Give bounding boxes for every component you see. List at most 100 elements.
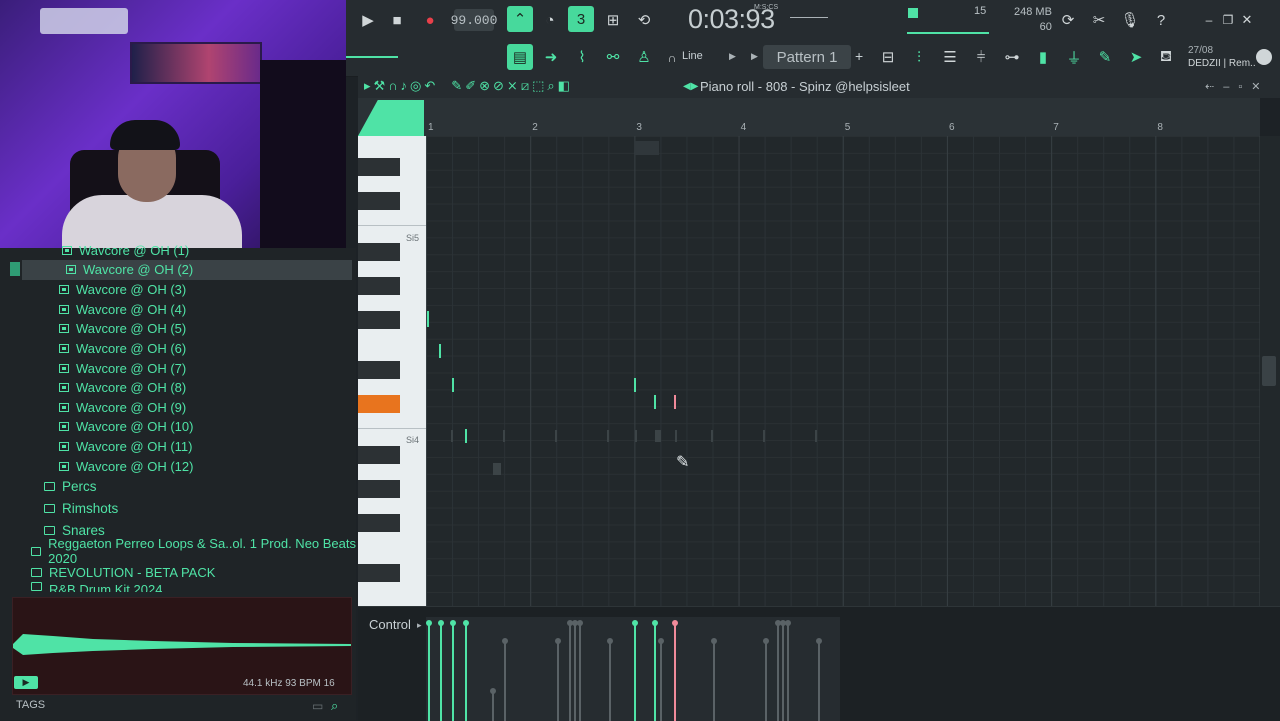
cut-icon[interactable]: ✂: [1086, 7, 1112, 33]
black-key[interactable]: [358, 243, 400, 261]
velocity-bar[interactable]: [555, 638, 561, 721]
velocity-bar[interactable]: [607, 638, 613, 721]
black-key[interactable]: [358, 446, 400, 464]
folder-revolution-pack[interactable]: REVOLUTION - BETA PACK: [31, 561, 215, 583]
black-key[interactable]: [358, 311, 400, 329]
folder-icon[interactable]: ▭: [312, 699, 323, 713]
note[interactable]: [452, 378, 454, 392]
project-icon[interactable]: ▮: [1030, 44, 1056, 70]
preview-play-icon[interactable]: ▶: [14, 676, 38, 689]
play-icon[interactable]: ▶: [355, 7, 381, 33]
close-icon[interactable]: ✕: [1234, 7, 1260, 33]
note[interactable]: [427, 311, 429, 327]
browser-item[interactable]: Wavcore @ OH (7): [0, 358, 352, 378]
browser-item[interactable]: Wavcore @ OH (10): [0, 417, 352, 437]
metronome-icon[interactable]: ⌃: [507, 6, 533, 32]
selected-note[interactable]: [674, 395, 676, 409]
stop-icon[interactable]: ■: [384, 7, 410, 33]
arrow-icon[interactable]: ➜: [538, 44, 564, 70]
control-arrow-icon[interactable]: ▸: [417, 620, 422, 631]
velocity-bar[interactable]: [450, 620, 456, 721]
search-icon[interactable]: ⌕: [331, 698, 338, 714]
playback-icon[interactable]: ◧: [558, 78, 570, 94]
select-icon[interactable]: ⬚: [532, 78, 544, 94]
stamp-icon[interactable]: ◎: [410, 78, 421, 94]
velocity-bar[interactable]: [577, 620, 583, 721]
note-icon[interactable]: ♪: [401, 78, 408, 94]
piano-roll-icon[interactable]: ⫶: [906, 44, 932, 70]
snap-arrow-icon[interactable]: ▶: [729, 51, 736, 62]
note[interactable]: [654, 395, 656, 409]
folder-rnb-kit[interactable]: R&B Drum Kit 2024: [31, 582, 162, 592]
tags-label[interactable]: TAGS: [16, 699, 45, 711]
undo-history-icon[interactable]: ⟳: [1055, 7, 1081, 33]
black-key[interactable]: [358, 480, 400, 498]
velocity-bar[interactable]: [490, 688, 496, 721]
undo-icon[interactable]: ↶: [424, 78, 435, 94]
add-pattern-icon[interactable]: +: [855, 48, 863, 64]
pattern-selector[interactable]: Pattern 1: [763, 45, 851, 69]
countdown-icon[interactable]: 3: [568, 6, 594, 32]
magnet-icon[interactable]: ∩: [388, 78, 397, 94]
velocity-bar[interactable]: [438, 620, 444, 721]
record-icon[interactable]: ●: [417, 7, 443, 33]
browser-item[interactable]: Wavcore @ OH (11): [0, 437, 352, 457]
master-volume-slider[interactable]: [346, 56, 398, 58]
black-key[interactable]: [358, 361, 400, 379]
browser-item[interactable]: Wavcore @ OH (9): [0, 398, 352, 418]
velocity-bar[interactable]: [426, 620, 432, 721]
plugin-icon[interactable]: ⏚: [1061, 44, 1087, 70]
highlighted-key[interactable]: [358, 395, 400, 413]
slice-icon[interactable]: ⧄: [521, 78, 529, 94]
pattern-mode-icon[interactable]: ▤: [507, 44, 533, 70]
browser-item[interactable]: Wavcore @ OH (6): [0, 339, 352, 359]
news-panel[interactable]: 27/08 DEDZII | Rem..: [1188, 44, 1256, 70]
velocity-bar[interactable]: [632, 620, 638, 721]
black-key[interactable]: [358, 514, 400, 532]
zoom-icon[interactable]: ⌕: [547, 78, 554, 94]
velocity-bar[interactable]: [502, 638, 508, 721]
wrench-icon[interactable]: ⚒: [374, 78, 386, 94]
velocity-bar[interactable]: [652, 620, 658, 721]
browser-tree-icon[interactable]: ⊶: [999, 44, 1025, 70]
wait-record-icon[interactable]: ◔: [537, 7, 563, 33]
note[interactable]: [439, 344, 441, 358]
velocity-bar[interactable]: [463, 620, 469, 721]
menu-arrow-icon[interactable]: ▸: [364, 78, 371, 94]
browser-item[interactable]: Wavcore @ OH (1): [62, 241, 352, 261]
brush-icon[interactable]: ⌇: [569, 44, 595, 70]
mute-icon[interactable]: ⨯: [507, 78, 518, 94]
velocity-bar[interactable]: [658, 638, 664, 721]
browser-item[interactable]: Wavcore @ OH (5): [0, 319, 352, 339]
avatar[interactable]: [1256, 49, 1272, 65]
title-arrow-icon[interactable]: ◀▶: [683, 81, 698, 92]
velocity-bar[interactable]: [572, 620, 578, 721]
erase-icon[interactable]: ⊘: [493, 78, 504, 94]
note[interactable]: [465, 429, 467, 443]
velocity-bar[interactable]: [775, 620, 781, 721]
browser-item[interactable]: Wavcore @ OH (8): [0, 378, 352, 398]
event-editor[interactable]: [358, 606, 1280, 721]
browser-item[interactable]: Wavcore @ OH (4): [0, 299, 352, 319]
paint-icon[interactable]: ✐: [465, 78, 476, 94]
window-controls[interactable]: ⇠–▫✕: [1205, 80, 1269, 93]
help-icon[interactable]: ?: [1148, 7, 1174, 33]
tools-icon[interactable]: ✎: [1092, 44, 1118, 70]
pencil-icon[interactable]: ✎: [451, 78, 462, 94]
black-key[interactable]: [358, 564, 400, 582]
velocity-bar[interactable]: [672, 620, 678, 721]
loop-record-icon[interactable]: ⟲: [631, 7, 657, 33]
mixer-icon[interactable]: ⫩: [968, 44, 994, 70]
browser-item[interactable]: Wavcore @ OH (12): [0, 457, 352, 477]
link-icon[interactable]: ⚯: [600, 44, 626, 70]
folder-reggaeton-pack[interactable]: Reggaeton Perreo Loops & Sa..ol. 1 Prod.…: [31, 536, 356, 566]
note-grid[interactable]: ✎: [426, 136, 1260, 606]
black-key[interactable]: [358, 277, 400, 295]
channel-rack-icon[interactable]: ☰: [937, 44, 963, 70]
playlist-icon[interactable]: ⊟: [875, 44, 901, 70]
note[interactable]: [634, 378, 636, 392]
black-key[interactable]: [358, 192, 400, 210]
folder-percs[interactable]: Percs: [44, 475, 97, 497]
mic-icon[interactable]: 🎙: [1117, 7, 1143, 33]
pattern-prev-icon[interactable]: ▶: [751, 51, 758, 62]
